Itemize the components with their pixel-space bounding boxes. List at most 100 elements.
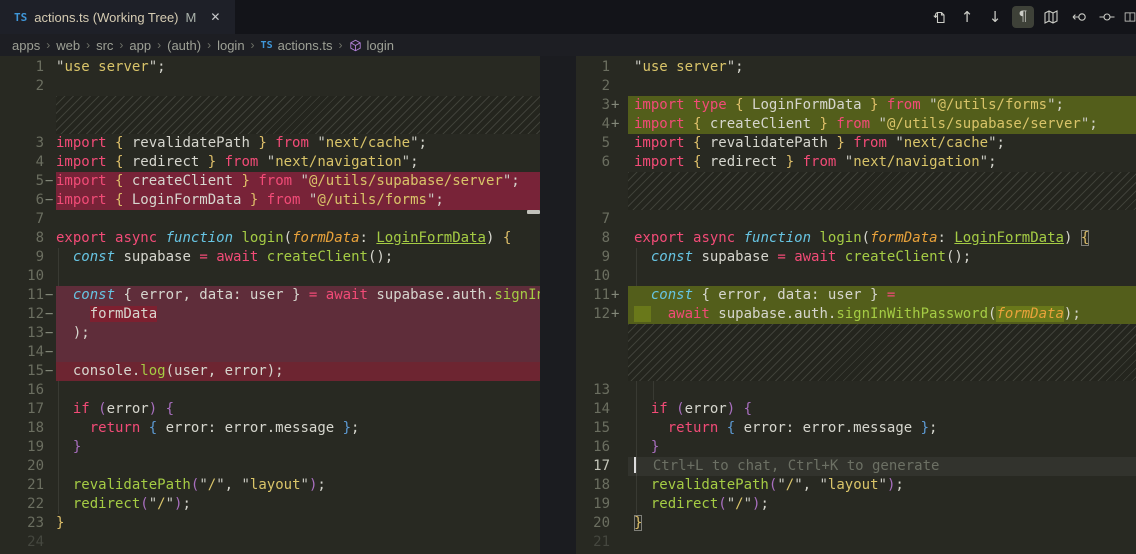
code-line[interactable]: 19 redirect("/"); (576, 495, 1136, 514)
split-editor-icon[interactable] (1124, 6, 1136, 28)
code-token: LoginFormData (744, 97, 870, 113)
code-line[interactable]: 10 (576, 267, 1136, 286)
code-line[interactable]: 3+import type { LoginFormData } from "@/… (576, 96, 1136, 115)
code-line[interactable]: 12− formData (0, 305, 540, 324)
breadcrumb-item-src[interactable]: src (96, 38, 113, 53)
code-line[interactable]: 14− (0, 343, 540, 362)
code-line[interactable]: 6import { redirect } from "next/navigati… (576, 153, 1136, 172)
code-line[interactable]: 8export async function login(formData: L… (0, 229, 540, 248)
breadcrumb-label: actions.ts (278, 38, 333, 53)
code-line[interactable]: 2 (576, 77, 1136, 96)
code-line[interactable]: 3import { revalidatePath } from "next/ca… (0, 134, 540, 153)
next-change-icon[interactable]: ↓ (984, 6, 1006, 28)
code-line[interactable]: 4import { redirect } from "next/navigati… (0, 153, 540, 172)
code-token: from (853, 135, 887, 151)
breadcrumb-item-login[interactable]: login (349, 38, 394, 53)
diff-sign (610, 248, 629, 267)
breadcrumb-item-apps[interactable]: apps (12, 38, 40, 53)
code-line[interactable]: 20} (576, 514, 1136, 533)
code-token: = (199, 249, 207, 265)
code-token: log (140, 363, 165, 379)
code-line[interactable]: 18 return { error: error.message }; (0, 419, 540, 438)
code-line[interactable]: 1"use server"; (576, 58, 1136, 77)
line-number: 15 (576, 419, 610, 438)
breadcrumb-item--auth-[interactable]: (auth) (167, 38, 201, 53)
code-token: await (794, 249, 836, 265)
code-line[interactable]: 5import { revalidatePath } from "next/ca… (576, 134, 1136, 153)
line-number: 9 (576, 248, 610, 267)
code-line[interactable]: 18 revalidatePath("/", "layout"); (576, 476, 1136, 495)
code-line[interactable]: 11+ const { error, data: user } = (576, 286, 1136, 305)
previous-change-icon[interactable]: ↑ (956, 6, 978, 28)
breadcrumb-item-login[interactable]: login (217, 38, 244, 53)
diff-sign (610, 58, 629, 77)
arrow-left-circle-icon[interactable] (1068, 6, 1090, 28)
code-line[interactable]: 15− console.log(user, error); (0, 362, 540, 381)
git-commit-icon[interactable] (1096, 6, 1118, 28)
code-text: "use server"; (628, 58, 1136, 77)
diff-sign: − (44, 172, 56, 191)
breadcrumb-item-app[interactable]: app (129, 38, 151, 53)
breadcrumb-item-web[interactable]: web (56, 38, 80, 53)
map-icon[interactable] (1040, 6, 1062, 28)
diff-sign (610, 400, 629, 419)
code-line[interactable]: 17 if (error) { (0, 400, 540, 419)
revert-file-icon[interactable] (928, 6, 950, 28)
code-token (685, 230, 693, 246)
code-line[interactable]: 7 (576, 210, 1136, 229)
overview-ruler-marker[interactable] (527, 210, 540, 214)
code-line[interactable]: 7 (0, 210, 540, 229)
code-token: , (225, 477, 242, 493)
code-token: } (651, 439, 659, 455)
gutter: 17 (0, 400, 56, 419)
code-token (107, 192, 115, 208)
code-line[interactable]: 15 return { error: error.message }; (576, 419, 1136, 438)
code-line[interactable]: 13 (576, 381, 1136, 400)
code-line[interactable]: 19 } (0, 438, 540, 457)
code-line[interactable]: 9 const supabase = await createClient(); (576, 248, 1136, 267)
breadcrumb-label: login (367, 38, 394, 53)
toggle-whitespace-icon[interactable]: ¶ (1012, 6, 1034, 28)
code-line[interactable]: 5−import { createClient } from "@/utils/… (0, 172, 540, 191)
gutter: 4 (0, 153, 56, 172)
code-line[interactable]: 14 if (error) { (576, 400, 1136, 419)
code-token: " (980, 154, 988, 170)
code-token (90, 401, 98, 417)
code-line[interactable]: 1"use server"; (0, 58, 540, 77)
code-line[interactable]: 20 (0, 457, 540, 476)
gutter: 21 (576, 533, 628, 552)
breadcrumb-item-actions-ts[interactable]: TSactions.ts (261, 38, 333, 53)
code-line[interactable]: 13− ); (0, 324, 540, 343)
code-line[interactable]: 9 const supabase = await createClient(); (0, 248, 540, 267)
modified-editor-pane[interactable]: 1"use server";23+import type { LoginForm… (576, 56, 1136, 554)
tab-actions-ts[interactable]: TS actions.ts (Working Tree) M ✕ (0, 0, 235, 34)
code-token (208, 249, 216, 265)
code-line[interactable]: 4+import { createClient } from "@/utils/… (576, 115, 1136, 134)
code-line[interactable]: 21 revalidatePath("/", "layout"); (0, 476, 540, 495)
code-line[interactable]: 17 Ctrl+L to chat, Ctrl+K to generate (576, 457, 1136, 476)
close-icon[interactable]: ✕ (207, 8, 223, 26)
code-line[interactable]: 22 redirect("/"); (0, 495, 540, 514)
code-line[interactable]: 24 (0, 533, 540, 552)
code-token (267, 135, 275, 151)
code-line[interactable]: 12+ await supabase.auth.signInWithPasswo… (576, 305, 1136, 324)
code-token: use server (64, 59, 148, 75)
code-line[interactable]: 21 (576, 533, 1136, 552)
gutter: 8 (0, 229, 56, 248)
breadcrumb-label: (auth) (167, 38, 201, 53)
code-token: formData (90, 306, 157, 322)
editor-divider[interactable] (540, 56, 576, 554)
code-line[interactable]: 16 (0, 381, 540, 400)
code-line[interactable]: 10 (0, 267, 540, 286)
original-editor-pane[interactable]: 1"use server";2 3import { revalidatePath … (0, 56, 540, 554)
code-line[interactable]: 16 } (576, 438, 1136, 457)
code-text: export async function login(formData: Lo… (628, 229, 1136, 248)
line-number: 20 (576, 514, 610, 533)
code-line[interactable]: 11− const { error, data: user } = await … (0, 286, 540, 305)
code-line[interactable]: 8export async function login(formData: L… (576, 229, 1136, 248)
code-text: } (56, 438, 540, 457)
gutter: 11+ (576, 286, 628, 305)
code-line[interactable]: 6−import { LoginFormData } from "@/utils… (0, 191, 540, 210)
code-line[interactable]: 23} (0, 514, 540, 533)
code-line[interactable]: 2 (0, 77, 540, 96)
